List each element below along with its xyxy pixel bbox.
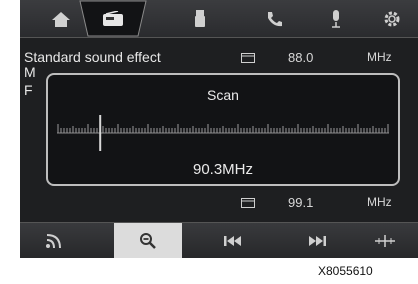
signal-button[interactable] bbox=[20, 223, 86, 258]
tune-icon bbox=[375, 235, 395, 247]
previous-button[interactable] bbox=[200, 223, 266, 258]
memory-icon bbox=[241, 53, 255, 63]
station-name-partial: M bbox=[24, 64, 36, 80]
radio-icon bbox=[103, 10, 123, 26]
tab-media[interactable] bbox=[180, 0, 220, 37]
scan-dialog: Scan 90.3MHz bbox=[46, 73, 400, 186]
tab-phone[interactable] bbox=[254, 0, 294, 37]
station-name-partial: F bbox=[24, 82, 33, 98]
sound-effect-label: Standard sound effect bbox=[24, 49, 161, 65]
tab-radio[interactable] bbox=[82, 0, 144, 37]
figure-code: X8055610 bbox=[318, 264, 373, 278]
phone-icon bbox=[268, 11, 282, 26]
manual-tune-button[interactable] bbox=[352, 223, 418, 258]
next-button[interactable] bbox=[284, 223, 350, 258]
gear-icon bbox=[384, 11, 400, 26]
memory-icon bbox=[241, 198, 255, 208]
next-icon bbox=[309, 236, 326, 246]
top-tab-bar bbox=[20, 0, 418, 38]
usb-icon bbox=[195, 9, 205, 27]
microphone-icon bbox=[332, 9, 340, 28]
scan-frequency-readout: 90.3MHz bbox=[192, 161, 254, 178]
search-button[interactable] bbox=[114, 223, 182, 258]
home-icon bbox=[52, 11, 70, 27]
signal-icon bbox=[46, 234, 61, 249]
station-unit: MHz bbox=[367, 50, 392, 64]
station-frequency: 88.0 bbox=[288, 50, 314, 65]
tab-settings[interactable] bbox=[372, 0, 412, 37]
station-row-4[interactable]: 99.1 MHz bbox=[20, 191, 418, 213]
frequency-scale bbox=[57, 115, 389, 151]
station-unit: MHz bbox=[367, 195, 392, 209]
scan-dialog-title: Scan bbox=[207, 87, 239, 103]
station-frequency: 99.1 bbox=[288, 195, 314, 210]
bottom-control-bar bbox=[20, 222, 418, 258]
previous-icon bbox=[224, 236, 241, 246]
search-minus-icon bbox=[140, 233, 156, 249]
tab-home[interactable] bbox=[36, 0, 86, 37]
tab-voice[interactable] bbox=[316, 0, 356, 37]
head-unit-screen: Standard sound effect 88.0 MHz M F 99.1 … bbox=[20, 0, 418, 258]
